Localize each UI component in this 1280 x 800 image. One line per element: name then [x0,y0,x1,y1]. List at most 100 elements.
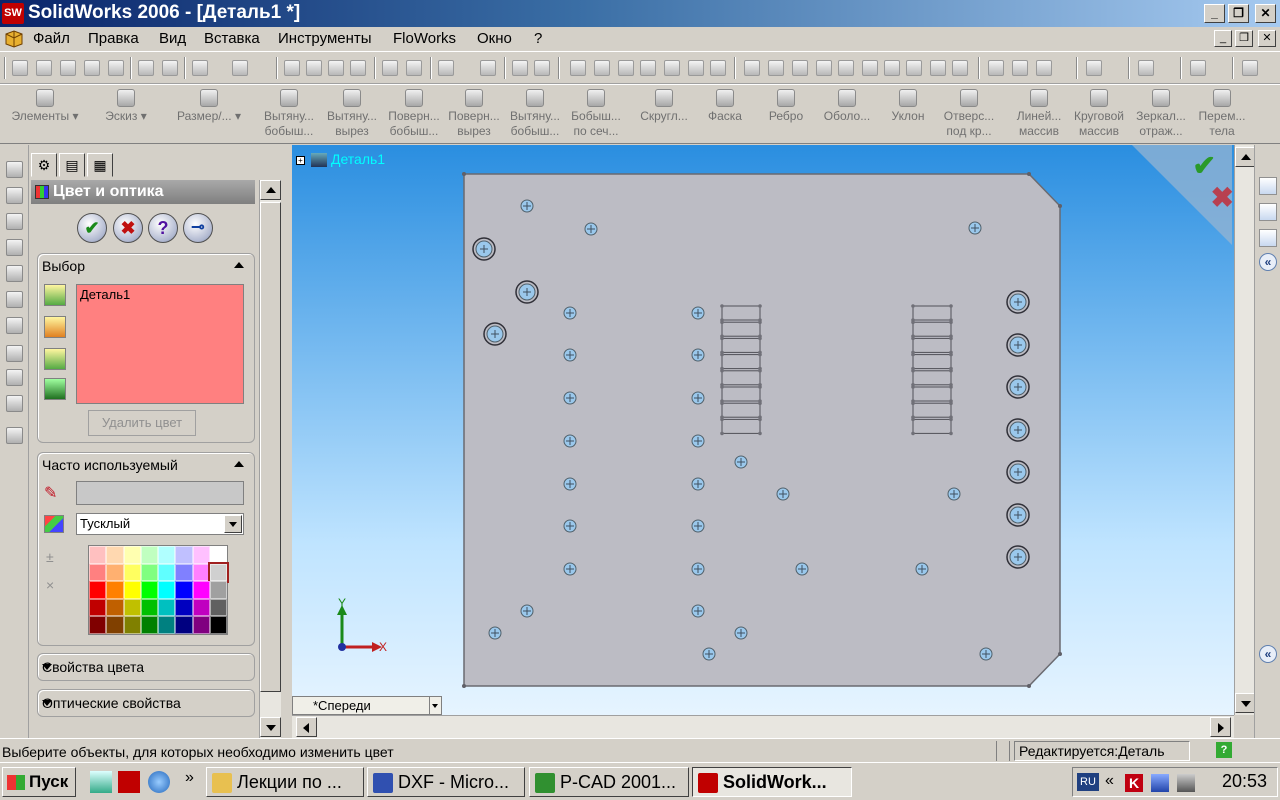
color-swatch[interactable] [140,598,158,617]
menu-help[interactable]: ? [534,30,542,47]
color-swatch[interactable] [89,616,107,634]
color-swatch[interactable] [158,616,176,634]
mate-icon[interactable] [1036,60,1052,76]
chevron-down-icon[interactable] [224,515,242,533]
zoom-in-out-icon[interactable] [640,60,656,76]
clock[interactable]: 20:53 [1222,771,1267,792]
color-swatch[interactable] [209,546,227,564]
taskbar-item-word[interactable]: DXF - Micro... [367,767,525,797]
flag-icon[interactable] [1086,60,1102,76]
color-swatch[interactable] [192,581,210,599]
tools-icon[interactable] [1242,60,1258,76]
mounting-hole[interactable] [563,477,577,491]
zoom-fit-icon[interactable] [594,60,610,76]
point-icon[interactable] [906,60,922,76]
color-swatch[interactable] [106,598,124,617]
mounting-hole[interactable] [691,348,705,362]
pan-icon[interactable] [688,60,704,76]
tray-overflow-icon[interactable]: « [1105,772,1114,790]
color-swatch[interactable] [106,581,124,599]
move-body-button[interactable]: Перем... тела [1192,89,1252,139]
mirror-icon[interactable] [930,60,946,76]
assembly-icon[interactable] [988,60,1004,76]
scroll-right-button[interactable] [1210,717,1231,737]
print-preview-icon[interactable] [108,60,124,76]
favorites-group-header[interactable]: Часто используемый [42,457,178,473]
add-favorite-icon[interactable] [44,515,64,533]
mounting-hole-large[interactable] [1006,460,1030,484]
cut-icon[interactable] [138,60,154,76]
taskbar-item-pcad[interactable]: P-CAD 2001... [529,767,689,797]
extruded-boss-button[interactable]: Вытяну... бобыш... [258,89,320,139]
component-icon[interactable] [1012,60,1028,76]
smart-select-icon[interactable] [306,60,322,76]
slot-cutout[interactable] [912,321,952,337]
slot-cutout[interactable] [721,370,761,386]
property-manager-tab[interactable]: ▤ [59,153,85,177]
remove-color-button[interactable]: Удалить цвет [88,410,196,436]
color-swatch[interactable] [158,581,176,599]
plate-body[interactable] [463,173,1061,687]
shell-side-icon[interactable] [6,291,23,308]
draft-button[interactable]: Уклон [880,89,936,124]
note-icon[interactable] [1138,60,1154,76]
menu-edit[interactable]: Правка [88,30,139,47]
new-icon[interactable] [12,60,28,76]
color-swatch[interactable] [106,616,124,634]
menu-file[interactable]: Файл [33,30,70,47]
color-swatch[interactable] [175,563,193,582]
remove-swatch-icon[interactable]: × [46,577,54,593]
color-swatch[interactable] [123,616,141,634]
color-swatch[interactable] [158,546,176,564]
color-swatch[interactable] [106,563,124,582]
mounting-hole[interactable] [584,222,598,236]
file-explorer-icon[interactable] [1259,229,1277,247]
scroll-down-button[interactable] [260,717,281,737]
slot-cutout[interactable] [721,386,761,402]
solidworks-logo-icon[interactable] [4,30,24,48]
mounting-hole[interactable] [488,626,502,640]
taskbar-item-lectures[interactable]: Лекции по ... [206,767,364,797]
add-swatch-icon[interactable]: ± [46,549,54,565]
mounting-hole-large[interactable] [1006,333,1030,357]
color-swatch[interactable] [123,581,141,599]
ellipse-icon[interactable] [768,60,784,76]
quicklaunch-overflow-icon[interactable]: » [185,769,194,787]
mounting-hole[interactable] [734,626,748,640]
color-swatch[interactable] [175,598,193,617]
shape-icon[interactable] [816,60,832,76]
save-icon[interactable] [60,60,76,76]
mounting-hole[interactable] [691,477,705,491]
finish-select[interactable]: Тусклый [76,513,244,535]
color-swatch[interactable] [207,561,230,584]
mounting-hole[interactable] [734,455,748,469]
mounting-hole[interactable] [795,562,809,576]
hole-wizard-button[interactable]: Отверс... под кр... [938,89,1000,139]
minimize-button[interactable]: _ [1204,4,1225,23]
expand-arrow-icon[interactable] [42,664,52,670]
help-icon[interactable] [534,60,550,76]
restore-button[interactable]: ❐ [1228,4,1249,23]
menu-window[interactable]: Окно [477,30,512,47]
color-swatch[interactable] [158,563,176,582]
extruded-cut-button[interactable]: Вытяну... вырез [321,89,383,139]
color-swatch[interactable] [175,546,193,564]
ok-button[interactable]: ✔ [77,213,107,243]
home-icon[interactable] [1259,177,1277,195]
sweep-icon[interactable] [6,265,23,282]
color-swatch[interactable] [89,581,107,599]
graphics-area[interactable]: Y X + Деталь1 ✔ ✖ *Спереди [292,145,1254,715]
mounting-hole[interactable] [563,434,577,448]
mounting-hole[interactable] [563,306,577,320]
mounting-hole[interactable] [691,391,705,405]
properties-icon[interactable] [512,60,528,76]
open-icon[interactable] [36,60,52,76]
confirm-ok-icon[interactable]: ✔ [1193,149,1216,182]
mounting-hole[interactable] [968,221,982,235]
optical-properties-group[interactable]: Оптические свойства [37,689,255,717]
solidworks-quicklaunch-icon[interactable] [118,771,140,793]
mounting-hole[interactable] [979,647,993,661]
circular-pattern-button[interactable]: Круговой массив [1068,89,1130,139]
slot-cutout[interactable] [721,321,761,337]
color-swatch[interactable] [192,546,210,564]
